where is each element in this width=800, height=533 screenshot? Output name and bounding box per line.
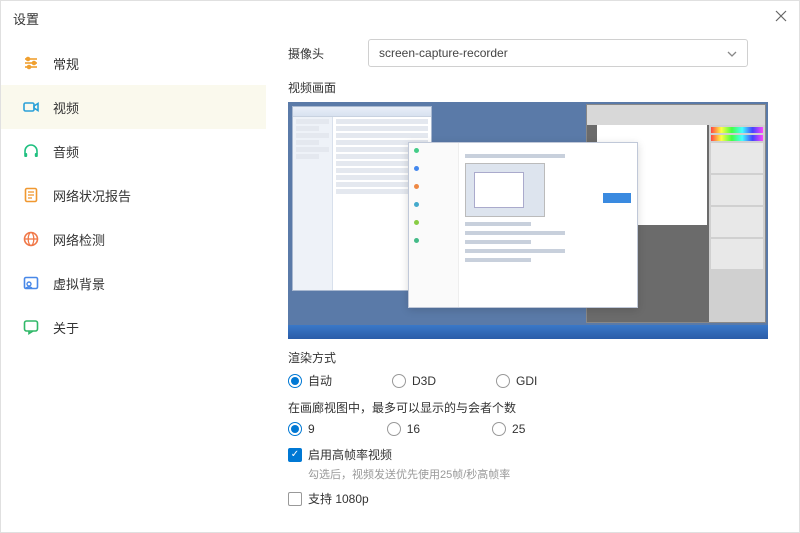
gallery-label: 在画廊视图中，最多可以显示的与会者个数 [288, 399, 777, 416]
sidebar-item-label: 音频 [53, 142, 79, 161]
radio-label: 自动 [308, 372, 332, 389]
radio-自动[interactable]: 自动 [288, 372, 332, 389]
sidebar-item-label: 关于 [53, 318, 79, 337]
support-1080p-checkbox[interactable]: 支持 1080p [288, 490, 777, 507]
render-label: 渲染方式 [288, 349, 777, 366]
sidebar-item-3[interactable]: 网络状况报告 [1, 173, 266, 217]
radio-dot [288, 422, 302, 436]
titlebar: 设置 [1, 1, 799, 35]
radio-dot [387, 422, 401, 436]
sidebar-item-label: 常规 [53, 54, 79, 73]
radio-GDI[interactable]: GDI [496, 372, 537, 389]
sidebar: 常规视频音频网络状况报告网络检测虚拟背景关于 [1, 35, 266, 532]
about-icon [21, 317, 41, 337]
radio-label: GDI [516, 374, 537, 388]
sliders-icon [21, 53, 41, 73]
radio-label: 25 [512, 422, 525, 436]
window-title: 设置 [13, 9, 39, 28]
radio-dot [492, 422, 506, 436]
camera-icon [21, 97, 41, 117]
report-icon [21, 185, 41, 205]
sidebar-item-0[interactable]: 常规 [1, 41, 266, 85]
camera-row: 摄像头 screen-capture-recorder [288, 39, 777, 67]
sidebar-item-2[interactable]: 音频 [1, 129, 266, 173]
chevron-down-icon [727, 46, 737, 60]
radio-label: D3D [412, 374, 436, 388]
radio-label: 9 [308, 422, 315, 436]
sidebar-item-label: 网络状况报告 [53, 186, 131, 205]
radio-label: 16 [407, 422, 420, 436]
radio-dot [496, 374, 510, 388]
radio-9[interactable]: 9 [288, 422, 315, 436]
camera-select[interactable]: screen-capture-recorder [368, 39, 748, 67]
radio-dot [392, 374, 406, 388]
radio-dot [288, 374, 302, 388]
sidebar-item-4[interactable]: 网络检测 [1, 217, 266, 261]
high-fps-checkbox[interactable]: ✓ 启用高帧率视频 [288, 446, 777, 463]
headphones-icon [21, 141, 41, 161]
radio-16[interactable]: 16 [387, 422, 420, 436]
checkbox-box: ✓ [288, 448, 302, 462]
preview-label: 视频画面 [288, 79, 777, 96]
radio-D3D[interactable]: D3D [392, 372, 436, 389]
high-fps-label: 启用高帧率视频 [308, 446, 392, 463]
sidebar-item-label: 网络检测 [53, 230, 105, 249]
background-icon [21, 273, 41, 293]
sidebar-item-6[interactable]: 关于 [1, 305, 266, 349]
sidebar-item-5[interactable]: 虚拟背景 [1, 261, 266, 305]
render-options: 自动 D3D GDI [288, 372, 777, 389]
window-body: 常规视频音频网络状况报告网络检测虚拟背景关于 摄像头 screen-captur… [1, 35, 799, 532]
gallery-options: 9 16 25 [288, 422, 777, 436]
close-icon[interactable] [775, 9, 787, 27]
high-fps-hint: 勾选后，视频发送优先使用25帧/秒高帧率 [308, 466, 777, 482]
sidebar-item-1[interactable]: 视频 [1, 85, 266, 129]
radio-25[interactable]: 25 [492, 422, 525, 436]
support-1080p-label: 支持 1080p [308, 490, 369, 507]
globe-icon [21, 229, 41, 249]
checkbox-box [288, 492, 302, 506]
sidebar-item-label: 虚拟背景 [53, 274, 105, 293]
content-panel: 摄像头 screen-capture-recorder 视频画面 [266, 35, 799, 532]
settings-window: 设置 常规视频音频网络状况报告网络检测虚拟背景关于 摄像头 screen-cap… [0, 0, 800, 533]
camera-label: 摄像头 [288, 45, 368, 62]
camera-value: screen-capture-recorder [379, 46, 508, 60]
video-preview [288, 102, 768, 339]
sidebar-item-label: 视频 [53, 98, 79, 117]
